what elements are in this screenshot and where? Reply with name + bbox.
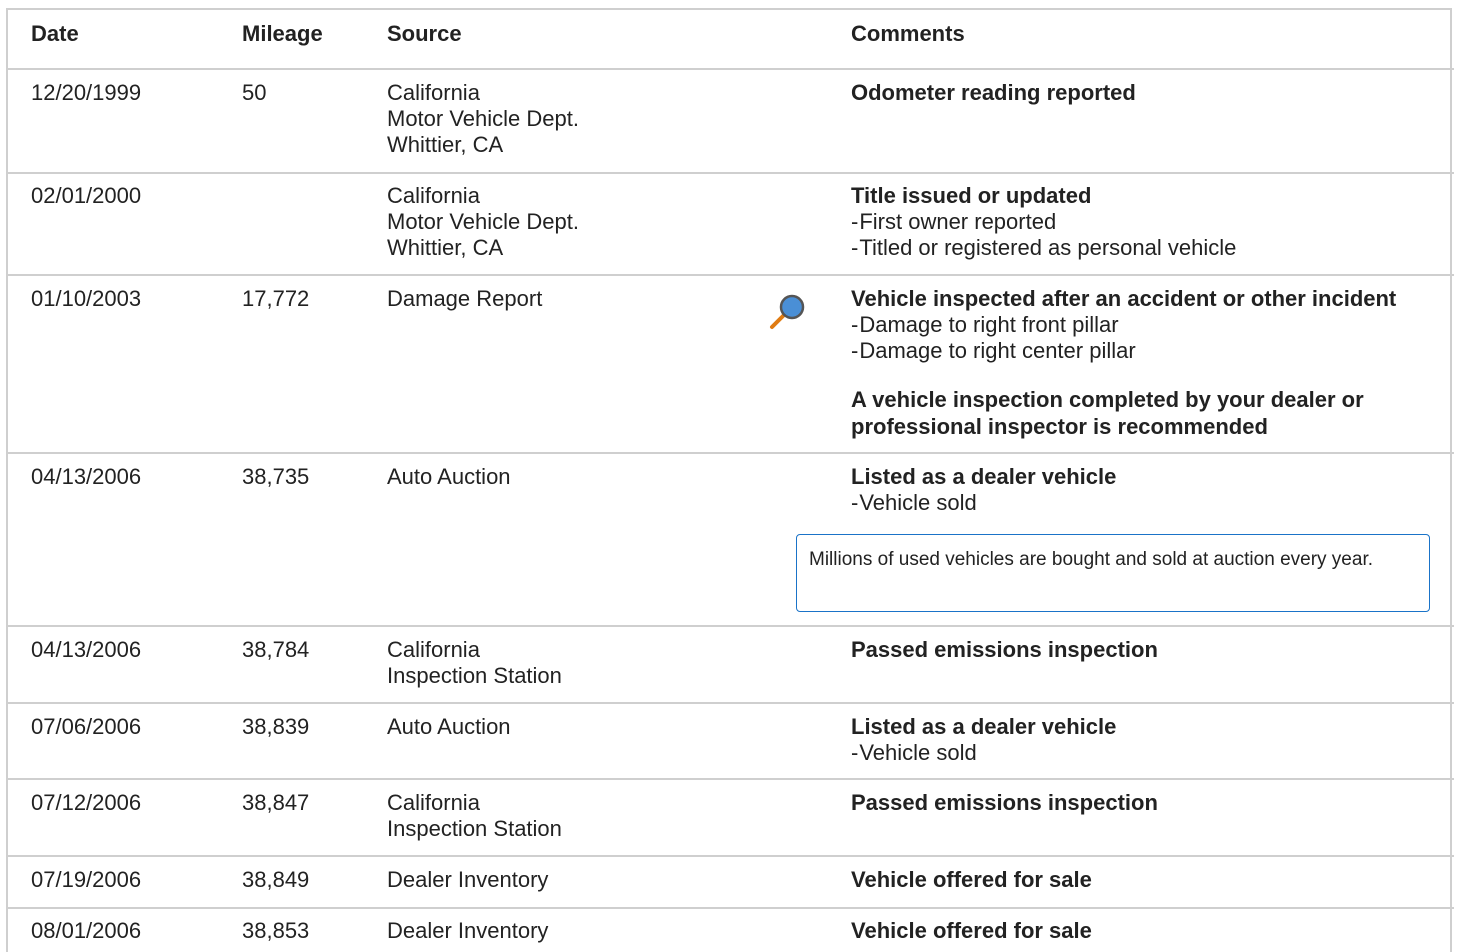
row-source: California Motor Vehicle Dept. Whittier,… (387, 80, 579, 158)
table-row: 07/12/2006 38,847 California Inspection … (6, 780, 1454, 857)
source-line: California (387, 80, 480, 105)
table-row: 12/20/1999 50 California Motor Vehicle D… (6, 70, 1454, 174)
comment-title: Listed as a dealer vehicle (851, 714, 1117, 739)
comment-detail: Damage to right front pillar (851, 312, 1441, 338)
comment-title: Vehicle offered for sale (851, 867, 1092, 892)
table-row: 01/10/2003 17,772 Damage Report Vehicle … (6, 276, 1454, 454)
row-mileage: 38,849 (242, 867, 310, 892)
header-source: Source (387, 21, 462, 46)
row-source: California Motor Vehicle Dept. Whittier,… (387, 183, 579, 261)
source-line: Inspection Station (387, 816, 562, 841)
comment-detail: Vehicle sold (851, 490, 1441, 516)
table-row: 04/13/2006 38,735 Auto Auction Listed as… (6, 454, 1454, 627)
row-date: 04/13/2006 (31, 464, 142, 489)
comment-detail: First owner reported (851, 209, 1441, 235)
source-line: Whittier, CA (387, 132, 504, 157)
comment-detail: Vehicle sold (851, 740, 1441, 766)
comment-detail: Damage to right center pillar (851, 338, 1441, 364)
header-date: Date (31, 21, 79, 46)
row-comments: Passed emissions inspection (851, 790, 1441, 816)
row-date: 07/12/2006 (31, 790, 142, 815)
row-source: Dealer Inventory (387, 918, 548, 944)
auction-info-note: Millions of used vehicles are bought and… (796, 534, 1430, 612)
source-line: Auto Auction (387, 464, 511, 489)
row-mileage: 38,839 (242, 714, 310, 739)
table-row: 07/19/2006 38,849 Dealer Inventory Vehic… (6, 857, 1454, 909)
row-comments: Vehicle offered for sale (851, 918, 1441, 944)
row-comments: Vehicle inspected after an accident or o… (851, 286, 1441, 440)
source-line: Dealer Inventory (387, 867, 549, 892)
source-line: California (387, 790, 480, 815)
source-line: Motor Vehicle Dept. (387, 106, 579, 131)
comment-title: Title issued or updated (851, 183, 1092, 208)
row-mileage: 17,772 (242, 286, 310, 311)
row-date: 07/19/2006 (31, 867, 142, 892)
table-row: 04/13/2006 38,784 California Inspection … (6, 627, 1454, 704)
source-line: Dealer Inventory (387, 918, 549, 943)
row-comments: Title issued or updated First owner repo… (851, 183, 1441, 261)
source-line: California (387, 637, 480, 662)
row-date: 04/13/2006 (31, 637, 142, 662)
row-mileage: 38,853 (242, 918, 310, 943)
comment-title: Vehicle inspected after an accident or o… (851, 286, 1397, 311)
comment-title: Passed emissions inspection (851, 790, 1158, 815)
magnifier-icon[interactable] (766, 290, 810, 334)
inspection-recommendation: A vehicle inspection completed by your d… (851, 387, 1364, 439)
row-mileage: 38,735 (242, 464, 310, 489)
row-source: Auto Auction (387, 464, 511, 490)
comment-title: Passed emissions inspection (851, 637, 1158, 662)
source-line: Auto Auction (387, 714, 511, 739)
comment-title: Listed as a dealer vehicle (851, 464, 1117, 489)
source-line: California (387, 183, 480, 208)
row-comments: Vehicle offered for sale (851, 867, 1441, 893)
row-date: 01/10/2003 (31, 286, 142, 311)
row-source: Damage Report (387, 286, 542, 312)
comment-detail: Titled or registered as personal vehicle (851, 235, 1441, 261)
row-date: 07/06/2006 (31, 714, 142, 739)
header-mileage: Mileage (242, 21, 323, 46)
row-comments: Odometer reading reported (851, 80, 1441, 106)
row-mileage: 38,784 (242, 637, 310, 662)
row-source: Auto Auction (387, 714, 511, 740)
row-date: 08/01/2006 (31, 918, 142, 943)
comment-title: Vehicle offered for sale (851, 918, 1092, 943)
row-date: 02/01/2000 (31, 183, 142, 208)
header-comments: Comments (851, 21, 965, 46)
row-comments: Passed emissions inspection (851, 637, 1441, 663)
row-mileage: 38,847 (242, 790, 310, 815)
table-row: 08/01/2006 38,853 Dealer Inventory Vehic… (6, 909, 1454, 952)
row-comments: Listed as a dealer vehicle Vehicle sold (851, 714, 1441, 766)
source-line: Damage Report (387, 286, 543, 311)
table-header: Date Mileage Source Comments (6, 10, 1454, 70)
row-source: California Inspection Station (387, 637, 562, 689)
row-date: 12/20/1999 (31, 80, 142, 105)
source-line: Inspection Station (387, 663, 562, 688)
row-mileage: 50 (242, 80, 267, 105)
row-source: California Inspection Station (387, 790, 562, 842)
source-line: Whittier, CA (387, 235, 504, 260)
row-comments: Listed as a dealer vehicle Vehicle sold (851, 464, 1441, 516)
table-row: 02/01/2000 California Motor Vehicle Dept… (6, 174, 1454, 276)
table-row: 07/06/2006 38,839 Auto Auction Listed as… (6, 704, 1454, 780)
row-source: Dealer Inventory (387, 867, 548, 893)
source-line: Motor Vehicle Dept. (387, 209, 579, 234)
comment-title: Odometer reading reported (851, 80, 1136, 105)
